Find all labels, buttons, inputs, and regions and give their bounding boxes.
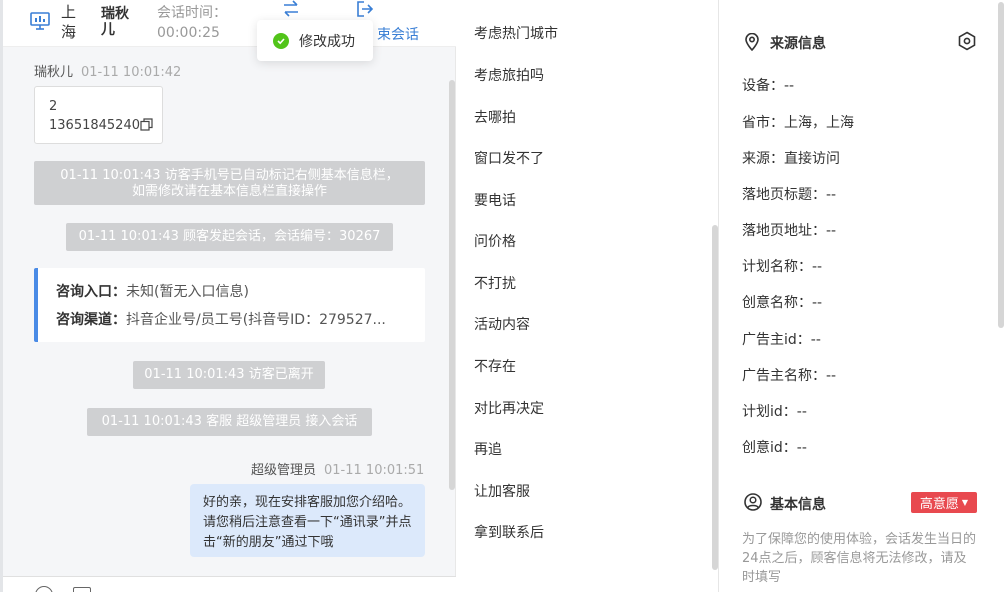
success-toast: 修改成功	[257, 20, 373, 61]
intent-level-label: 高意愿	[919, 497, 959, 512]
chat-header: 上海 瑞秋儿 会话时间： 00:00:25 束会话	[3, 0, 456, 47]
visitor-city: 上海	[61, 3, 77, 41]
source-info-row: 设备：--	[742, 78, 795, 94]
visitor-message-name: 瑞秋儿	[34, 65, 74, 80]
exit-icon[interactable]	[355, 0, 375, 18]
emoji-icon[interactable]	[35, 586, 53, 592]
visitor-message-line1: 2	[49, 99, 58, 114]
visitor-message-time: 01-11 10:01:42	[81, 65, 182, 80]
quick-reply-item[interactable]: 问价格	[474, 231, 516, 251]
source-info-title: 来源信息	[770, 36, 826, 52]
session-time: 00:00:25	[157, 25, 220, 41]
consult-entry-label: 咨询入口：	[56, 284, 126, 300]
quick-reply-item[interactable]: 窗口发不了	[474, 148, 544, 168]
consult-entry-row: 咨询入口：未知(暂无入口信息)	[56, 281, 406, 309]
image-icon[interactable]	[73, 587, 91, 592]
source-info-row: 广告主id：--	[742, 332, 821, 348]
consult-source-box: 咨询入口：未知(暂无入口信息) 咨询渠道：抖音企业号/员工号(抖音号ID：279…	[34, 268, 425, 342]
agent-message-name: 超级管理员	[251, 463, 317, 478]
quick-reply-scrollbar[interactable]	[712, 225, 718, 570]
end-session-button[interactable]: 束会话	[377, 24, 419, 44]
quick-reply-item[interactable]: 再追	[474, 439, 502, 459]
settings-icon[interactable]	[957, 31, 977, 51]
consult-channel-row: 咨询渠道：抖音企业号/员工号(抖音号ID：279527...	[56, 309, 406, 337]
chat-panel: 上海 瑞秋儿 会话时间： 00:00:25 束会话 修改成功 瑞秋儿 01-11 …	[0, 0, 456, 592]
source-info-row: 广告主名称：--	[742, 368, 837, 384]
intent-level-dropdown[interactable]: 高意愿 ▼	[911, 492, 977, 513]
source-info-row: 落地页标题：--	[742, 187, 837, 203]
consult-channel-label: 咨询渠道：	[56, 312, 126, 328]
source-info-row: 来源：直接访问	[742, 151, 840, 167]
system-message: 01-11 10:01:43 访客手机号已自动标记右侧基本信息栏，如需修改请在基…	[34, 161, 425, 205]
agent-message-time: 01-11 10:01:51	[324, 463, 425, 478]
info-scrollbar[interactable]	[998, 2, 1004, 328]
quick-reply-item[interactable]: 对比再决定	[474, 398, 544, 418]
user-circle-icon	[744, 493, 762, 511]
session-time-label: 会话时间：	[157, 5, 227, 21]
visitor-name: 瑞秋儿	[101, 6, 129, 38]
basic-info-title: 基本信息	[770, 497, 826, 513]
system-message: 01-11 10:01:43 顾客发起会话，会话编号：30267	[66, 223, 393, 251]
quick-reply-item[interactable]: 考虑旅拍吗	[474, 65, 544, 85]
consult-channel-value: 抖音企业号/员工号(抖音号ID：279527...	[126, 312, 386, 328]
monitor-icon	[30, 12, 50, 30]
agent-message-bubble: 好的亲，现在安排客服加您介绍哈。请您稍后注意查看一下“通讯录”并点击“新的朋友”…	[190, 484, 425, 557]
quick-reply-item[interactable]: 不打扰	[474, 273, 516, 293]
copy-icon[interactable]	[140, 118, 153, 131]
chat-toolbar	[3, 576, 456, 592]
visitor-message-meta: 瑞秋儿 01-11 10:01:42	[34, 61, 181, 80]
chat-scrollbar[interactable]	[449, 80, 455, 490]
quick-reply-item[interactable]: 不存在	[474, 356, 516, 376]
quick-reply-item[interactable]: 活动内容	[474, 314, 530, 334]
quick-reply-item[interactable]: 拿到联系后	[474, 522, 544, 542]
quick-reply-item[interactable]: 去哪拍	[474, 107, 516, 127]
quick-reply-item[interactable]: 让加客服	[474, 481, 530, 501]
quick-reply-item[interactable]: 要电话	[474, 190, 516, 210]
system-message: 01-11 10:01:43 访客已离开	[133, 361, 325, 389]
visitor-phone-number: 13651845240	[49, 118, 140, 133]
toast-text: 修改成功	[299, 33, 355, 50]
agent-message-meta: 超级管理员 01-11 10:01:51	[251, 459, 424, 478]
source-info-row: 落地页地址：--	[742, 223, 837, 239]
visitor-message-line2-row: 13651845240	[49, 116, 162, 135]
consult-entry-value: 未知(暂无入口信息)	[126, 284, 249, 300]
source-info-row: 创意名称：--	[742, 295, 823, 311]
source-info-row: 省市：上海，上海	[742, 115, 854, 131]
caret-down-icon: ▼	[961, 498, 969, 507]
quick-reply-panel: 考虑热门城市 考虑旅拍吗 去哪拍 窗口发不了 要电话 问价格 不打扰 活动内容 …	[456, 0, 719, 592]
transfer-icon[interactable]	[281, 0, 301, 18]
quick-reply-item[interactable]: 考虑热门城市	[474, 23, 558, 43]
visitor-message-card: 2 13651845240	[34, 86, 163, 144]
system-message: 01-11 10:01:43 客服 超级管理员 接入会话	[87, 408, 372, 436]
source-info-row: 创意id：--	[742, 440, 807, 456]
location-pin-icon	[745, 33, 759, 51]
check-circle-icon	[273, 32, 289, 49]
source-info-row: 计划名称：--	[742, 259, 823, 275]
info-panel: 来源信息 设备：-- 省市：上海，上海 来源：直接访问 落地页标题：-- 落地页…	[720, 0, 1006, 592]
edit-notice: 为了保障您的使用体验，会话发生当日的24点之后，顾客信息将无法修改，请及时填写	[742, 532, 977, 585]
source-info-row: 计划id：--	[742, 404, 807, 420]
